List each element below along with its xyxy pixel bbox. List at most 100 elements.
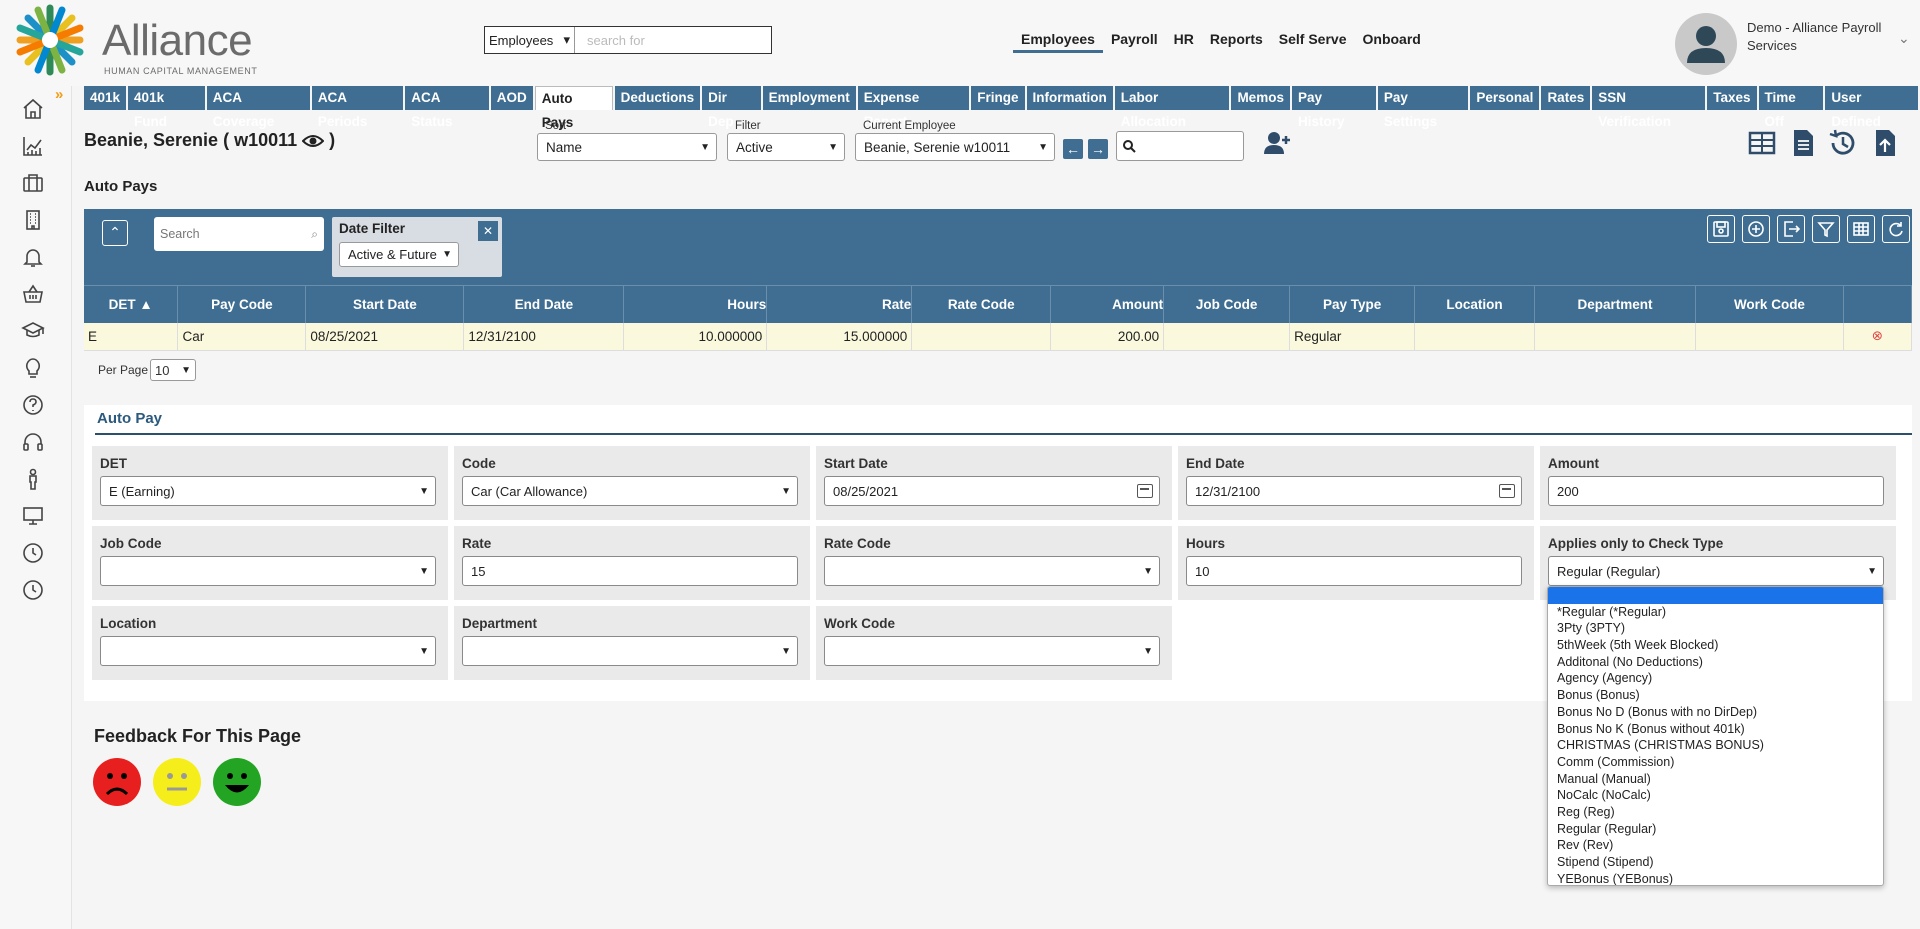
nav-hr[interactable]: HR [1166, 31, 1202, 53]
nav-employees[interactable]: Employees [1013, 31, 1103, 53]
tab-401k-fund[interactable]: 401k Fund [128, 86, 205, 129]
tab-taxes[interactable]: Taxes [1707, 86, 1757, 110]
tab-pay-settings[interactable]: Pay Settings [1377, 86, 1469, 129]
columns-icon[interactable] [1847, 215, 1875, 243]
document-icon[interactable] [1788, 128, 1818, 158]
upload-icon[interactable] [1870, 128, 1900, 158]
tab-aca-status[interactable]: ACA Status [405, 86, 489, 129]
tab-employment[interactable]: Employment [762, 86, 856, 110]
table-row[interactable]: E Car 08/25/2021 12/31/2100 10.000000 15… [84, 322, 1913, 351]
clock-icon[interactable] [20, 540, 46, 566]
tab-aod[interactable]: AOD [490, 86, 533, 110]
export-icon[interactable] [1777, 215, 1805, 243]
dropdown-option[interactable]: Rev (Rev) [1548, 837, 1883, 854]
search-type-select[interactable]: Employees ▾ [485, 27, 575, 53]
bell-icon[interactable] [20, 244, 46, 270]
dropdown-option[interactable]: Bonus No D (Bonus with no DirDep) [1548, 704, 1883, 721]
det-select[interactable]: E (Earning) ▼ [100, 476, 436, 506]
column-header-end-date[interactable]: End Date [463, 285, 625, 323]
tab-expense-report[interactable]: Expense Report [857, 86, 970, 129]
dropdown-option[interactable]: Bonus No K (Bonus without 401k) [1548, 721, 1883, 738]
column-header-location[interactable]: Location [1414, 285, 1536, 323]
help-icon[interactable] [20, 392, 46, 418]
person-icon[interactable] [20, 466, 46, 492]
lightbulb-icon[interactable] [20, 355, 46, 381]
sad-face-icon[interactable] [93, 758, 141, 806]
tab-labor-allocation[interactable]: Labor Allocation [1114, 86, 1230, 129]
grid-search-input[interactable]: Search ⌕ [154, 217, 324, 251]
tab-user-defined[interactable]: User Defined [1825, 86, 1918, 129]
tab-memos[interactable]: Memos [1231, 86, 1290, 110]
user-name[interactable]: Demo - Alliance Payroll Services [1747, 19, 1907, 55]
check-type-select[interactable]: Regular (Regular) ▼ [1548, 556, 1884, 586]
location-select[interactable]: ▼ [100, 636, 436, 666]
rate-input[interactable]: 15 [462, 556, 798, 586]
graduation-cap-icon[interactable] [20, 318, 46, 344]
column-header-department[interactable]: Department [1534, 285, 1696, 323]
column-header-pay-type[interactable]: Pay Type [1289, 285, 1416, 323]
tab-aca-periods[interactable]: ACA Periods [311, 86, 404, 129]
tab-auto-pays[interactable]: Auto Pays [534, 86, 613, 130]
tab-ssn-verification[interactable]: SSN Verification [1592, 86, 1706, 129]
nav-onboard[interactable]: Onboard [1355, 31, 1429, 53]
column-header-rate[interactable]: Rate [766, 285, 913, 323]
tab-deductions[interactable]: Deductions [614, 86, 701, 110]
home-icon[interactable] [20, 96, 46, 122]
column-header-rate-code[interactable]: Rate Code [911, 285, 1052, 323]
amount-input[interactable]: 200 [1548, 476, 1884, 506]
job-code-select[interactable]: ▼ [100, 556, 436, 586]
date-filter-select[interactable]: Active & Future ▼ [339, 242, 459, 267]
column-header-hours[interactable]: Hours [623, 285, 768, 323]
tab-personal[interactable]: Personal [1470, 86, 1540, 110]
sidebar-expand-icon[interactable]: » [55, 86, 63, 103]
dropdown-option[interactable]: Comm (Commission) [1548, 754, 1883, 771]
filter-select[interactable]: Active ▼ [727, 133, 845, 161]
dropdown-option[interactable]: Manual (Manual) [1548, 771, 1883, 788]
tab-aca-coverage[interactable]: ACA Coverage [206, 86, 310, 129]
happy-face-icon[interactable] [213, 758, 261, 806]
dropdown-option[interactable]: Additonal (No Deductions) [1548, 654, 1883, 671]
sort-select[interactable]: Name ▼ [537, 133, 717, 161]
analytics-icon[interactable] [20, 133, 46, 159]
filter-icon[interactable] [1812, 215, 1840, 243]
start-date-input[interactable]: 08/25/2021 [824, 476, 1160, 506]
calendar-icon[interactable] [1499, 484, 1515, 498]
employee-search-input[interactable] [1116, 131, 1244, 161]
headset-icon[interactable] [20, 429, 46, 455]
close-icon[interactable]: ✕ [478, 221, 498, 241]
current-employee-select[interactable]: Beanie, Serenie w10011 ▼ [855, 133, 1055, 161]
column-header-pay-code[interactable]: Pay Code [177, 285, 307, 323]
dropdown-option[interactable]: 5thWeek (5th Week Blocked) [1548, 637, 1883, 654]
dropdown-option[interactable]: *Regular (*Regular) [1548, 604, 1883, 621]
tab-time-off[interactable]: Time Off [1758, 86, 1824, 129]
rate-code-select[interactable]: ▼ [824, 556, 1160, 586]
neutral-face-icon[interactable] [153, 758, 201, 806]
basket-icon[interactable] [20, 281, 46, 307]
work-code-select[interactable]: ▼ [824, 636, 1160, 666]
calendar-icon[interactable] [1137, 484, 1153, 498]
refresh-icon[interactable] [1882, 215, 1910, 243]
department-select[interactable]: ▼ [462, 636, 798, 666]
dropdown-option[interactable]: Agency (Agency) [1548, 670, 1883, 687]
code-select[interactable]: Car (Car Allowance) ▼ [462, 476, 798, 506]
tab-dir-dep[interactable]: Dir Dep [702, 86, 761, 129]
dropdown-option[interactable]: 3Pty (3PTY) [1548, 620, 1883, 637]
next-employee-button[interactable]: → [1088, 139, 1108, 159]
nav-payroll[interactable]: Payroll [1103, 31, 1166, 53]
nav-reports[interactable]: Reports [1202, 31, 1271, 53]
history-icon[interactable] [1827, 128, 1857, 158]
delete-row-icon[interactable]: ⊗ [1843, 322, 1913, 351]
search-input[interactable]: search for [575, 27, 771, 53]
tab-information[interactable]: Information [1026, 86, 1113, 110]
column-header-start-date[interactable]: Start Date [305, 285, 465, 323]
dropdown-option[interactable]: CHRISTMAS (CHRISTMAS BONUS) [1548, 737, 1883, 754]
save-icon[interactable] [1707, 215, 1735, 243]
avatar[interactable] [1675, 13, 1737, 75]
column-header-work-code[interactable]: Work Code [1695, 285, 1844, 323]
briefcase-icon[interactable] [20, 170, 46, 196]
add-employee-icon[interactable] [1262, 128, 1292, 158]
chevron-down-icon[interactable]: ⌄ [1898, 30, 1910, 47]
column-header-det[interactable]: DET ▲ [84, 285, 179, 323]
dropdown-option[interactable]: Bonus (Bonus) [1548, 687, 1883, 704]
clock-icon[interactable] [20, 577, 46, 603]
